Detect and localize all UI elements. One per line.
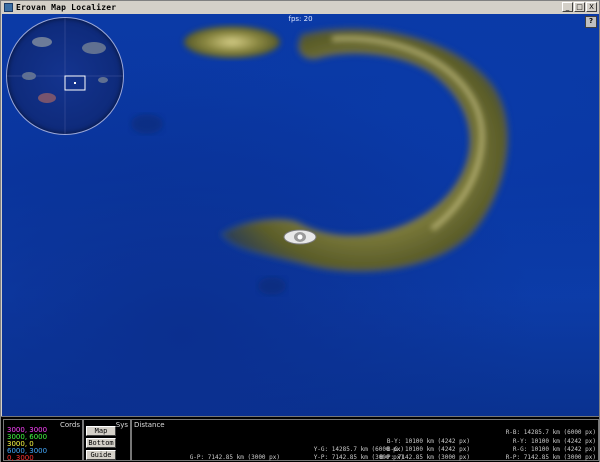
cords-panel: Cords 3000, 3000 3000, 6000 3000, 0 6000, 3…	[3, 419, 83, 462]
map-button[interactable]: Map	[86, 426, 116, 436]
window-title: Erovan Map Localizer	[16, 3, 117, 12]
distance-readout: G-P: 7142.85 km (3000 px)	[189, 454, 280, 461]
minimap-islands	[7, 18, 123, 134]
distance-label: Distance	[134, 421, 165, 429]
distance-panel: Distance G-P: 7142.85 km (3000 px) Y-G: 1…	[131, 419, 599, 461]
sys-label: Sys	[115, 421, 128, 429]
bottom-panel: Cords 3000, 3000 3000, 6000 3000, 0 6000, 3…	[1, 416, 599, 462]
minimap[interactable]	[6, 17, 124, 135]
app-icon	[4, 3, 13, 12]
distance-readout: B-Y: 10100 km (4242 px)	[386, 437, 470, 445]
window-controls: _ □ X	[562, 2, 597, 12]
distance-readout: R-Y: 10100 km (4242 px)	[512, 437, 596, 445]
cord-entry: 0, 3000	[7, 454, 34, 462]
crescent-island	[219, 26, 510, 274]
guide-button[interactable]: Guide	[86, 450, 116, 460]
distance-readout: R-B: 14285.7 km (6000 px)	[505, 429, 596, 437]
title-bar[interactable]: Erovan Map Localizer _ □ X	[1, 1, 599, 14]
distance-readout: R-G: 10100 km (4242 px)	[512, 445, 596, 453]
distance-readout: B-P: 7142.85 km (3000 px)	[379, 454, 470, 461]
minimap-position-dot	[74, 82, 76, 84]
cords-label: Cords	[59, 421, 80, 429]
distance-readout: R-P: 7142.85 km (3000 px)	[505, 454, 596, 461]
map-viewport[interactable]: fps: 20 ?	[2, 14, 599, 416]
location-marker	[283, 229, 317, 245]
help-button[interactable]: ?	[585, 16, 597, 28]
close-button[interactable]: X	[586, 2, 597, 12]
sys-panel: Sys Map Bottom Guide	[83, 419, 131, 461]
minimize-button[interactable]: _	[562, 2, 573, 12]
bottom-button[interactable]: Bottom	[86, 438, 116, 448]
app-window: Erovan Map Localizer _ □ X fps: 20 ? Cor…	[0, 0, 600, 462]
distance-readout: B-G: 10100 km (4242 px)	[386, 445, 470, 453]
fps-counter: fps: 20	[288, 15, 313, 23]
maximize-button[interactable]: □	[574, 2, 585, 12]
north-island	[184, 26, 280, 58]
